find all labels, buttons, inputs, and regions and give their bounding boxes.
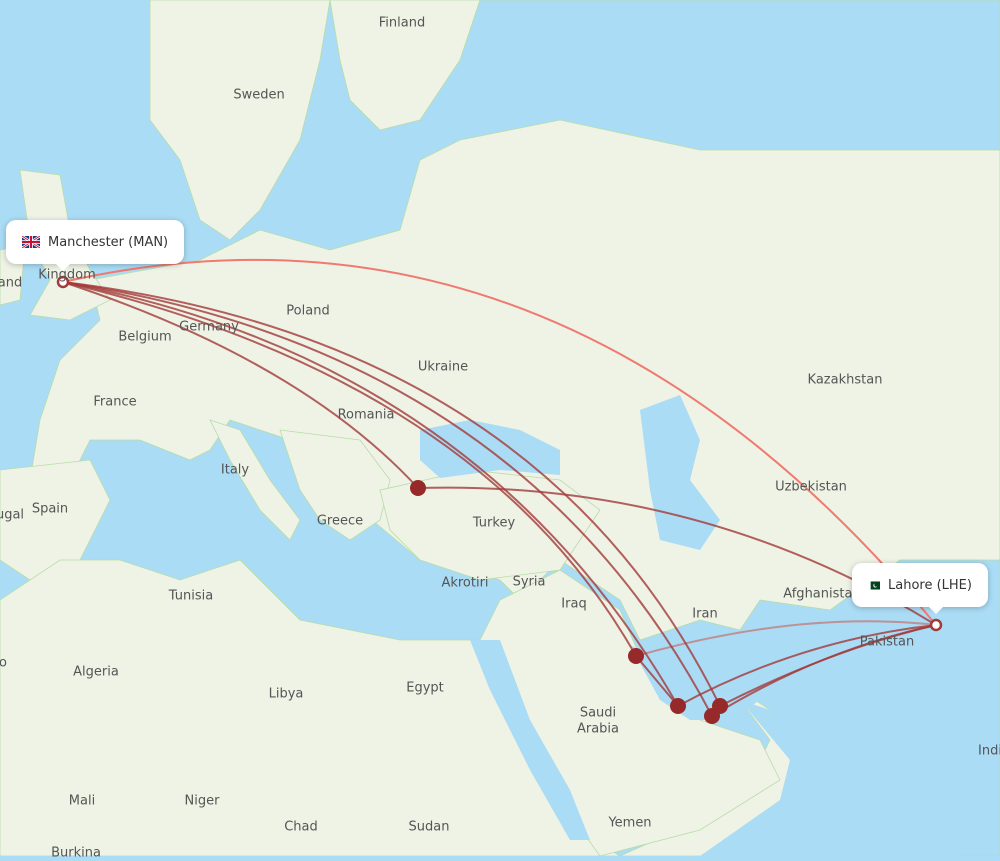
label-romania: Romania [337, 407, 395, 423]
label-ireland: and [0, 275, 23, 291]
destination-label: Lahore (LHE) [888, 577, 972, 593]
label-pakistan: Pakistan [859, 634, 915, 650]
label-chad: Chad [284, 819, 318, 835]
origin-callout[interactable]: Manchester (MAN) [6, 220, 185, 271]
label-portugal: ugal [0, 507, 25, 523]
label-ukraine: Ukraine [417, 359, 469, 375]
label-poland: Poland [286, 303, 330, 319]
pk-flag-icon [868, 581, 880, 589]
stop-dubai[interactable] [712, 698, 728, 714]
destination-marker[interactable] [929, 618, 943, 632]
label-morocco: o [0, 655, 7, 671]
label-egypt: Egypt [406, 680, 444, 696]
stop-doha[interactable] [670, 698, 686, 714]
label-syria: Syria [512, 574, 546, 590]
label-finland: Finland [378, 15, 426, 31]
label-spain: Spain [31, 501, 69, 517]
label-akrotiri: Akrotiri [441, 575, 489, 591]
label-italy: Italy [220, 462, 250, 478]
label-iran: Iran [692, 606, 718, 622]
label-tunisia: Tunisia [168, 588, 214, 604]
label-kazakhstan: Kazakhstan [807, 372, 883, 388]
label-niger: Niger [184, 793, 220, 809]
label-sweden: Sweden [233, 87, 285, 103]
label-mali: Mali [68, 793, 96, 809]
label-uzbekistan: Uzbekistan [775, 479, 847, 495]
destination-callout[interactable]: Lahore (LHE) [852, 563, 988, 614]
label-france: France [93, 394, 137, 410]
label-saudi: Saudi [579, 705, 617, 721]
label-arabia: Arabia [576, 721, 620, 737]
stop-kuwait[interactable] [628, 648, 644, 664]
label-burkina: Burkina [51, 845, 101, 861]
label-libya: Libya [268, 686, 304, 702]
label-yemen: Yemen [608, 815, 652, 831]
label-algeria: Algeria [73, 664, 119, 680]
label-germany: Germany [179, 319, 239, 335]
label-belgium: Belgium [118, 329, 172, 345]
label-greece: Greece [316, 513, 364, 529]
label-iraq: Iraq [561, 596, 587, 612]
origin-label: Manchester (MAN) [48, 234, 169, 250]
label-sudan: Sudan [408, 819, 450, 835]
label-turkey: Turkey [472, 515, 516, 531]
gb-flag-icon [22, 236, 40, 248]
label-afghanistan: Afghanistan [783, 586, 861, 602]
map-canvas[interactable] [0, 0, 1000, 856]
stop-istanbul[interactable] [410, 480, 426, 496]
label-india: India [978, 743, 1000, 759]
